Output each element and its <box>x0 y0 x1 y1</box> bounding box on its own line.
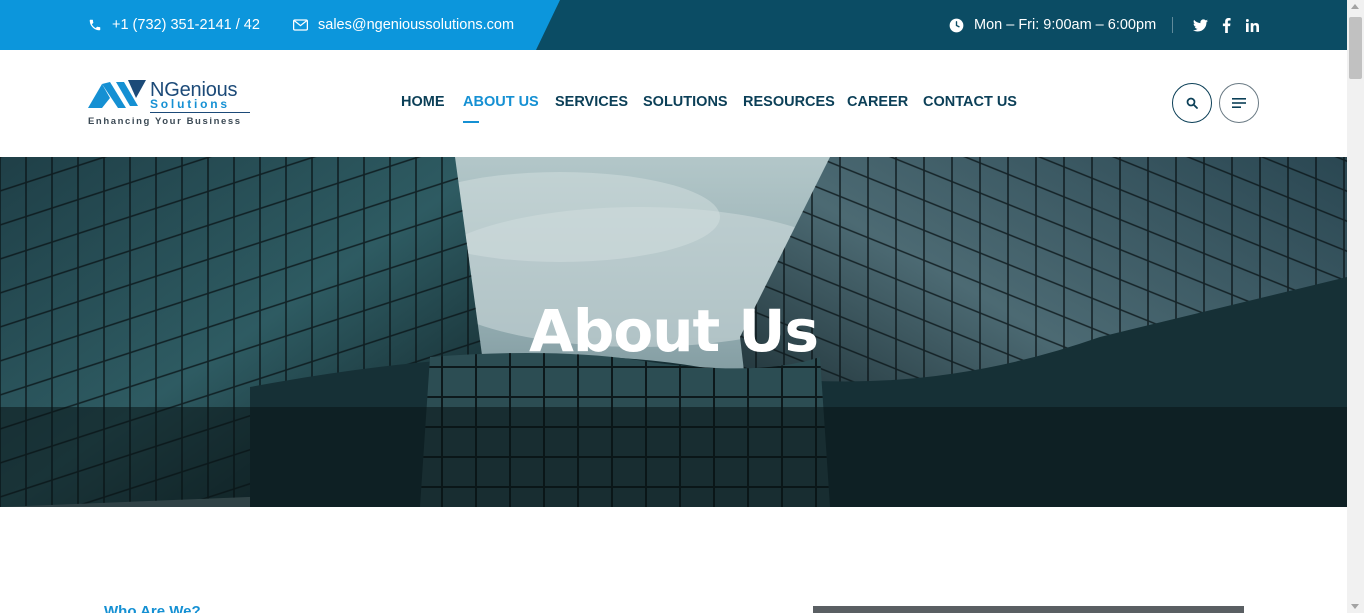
nav-item-home[interactable]: HOME <box>401 94 445 110</box>
scroll-up-arrow-icon[interactable] <box>1351 4 1359 9</box>
nav-item-solutions[interactable]: SOLUTIONS <box>643 94 728 110</box>
hero-title: About Us <box>528 297 819 365</box>
business-hours: Mon – Fri: 9:00am – 6:00pm <box>949 0 1156 50</box>
section-heading: Who Are We? <box>104 603 201 613</box>
nav-item-contact-us[interactable]: CONTACT US <box>923 94 1017 110</box>
scroll-down-arrow-icon[interactable] <box>1351 604 1359 609</box>
about-image <box>813 606 1244 613</box>
topbar-divider <box>1172 17 1173 33</box>
facebook-link[interactable] <box>1222 0 1231 50</box>
linkedin-link[interactable] <box>1246 0 1259 50</box>
search-button[interactable] <box>1172 83 1212 123</box>
scroll-thumb[interactable] <box>1349 17 1362 79</box>
site-header: NGenious Solutions Enhancing Your Busine… <box>0 50 1347 157</box>
facebook-icon <box>1222 17 1231 33</box>
hours-text: Mon – Fri: 9:00am – 6:00pm <box>974 17 1157 33</box>
nav-item-about-us[interactable]: ABOUT US <box>463 94 539 110</box>
nav-item-career[interactable]: CAREER <box>847 94 908 110</box>
logo-tagline: Enhancing Your Business <box>88 116 242 127</box>
email-address: sales@ngenioussolutions.com <box>318 17 515 33</box>
twitter-link[interactable] <box>1193 0 1208 50</box>
menu-button[interactable] <box>1219 83 1259 123</box>
logo-mark-icon <box>88 80 146 108</box>
page-hero-banner: About Us <box>0 157 1347 507</box>
clock-icon <box>949 18 964 32</box>
twitter-icon <box>1193 18 1208 31</box>
phone-icon <box>89 19 101 31</box>
page-scrollbar[interactable] <box>1347 0 1364 613</box>
hamburger-menu-icon <box>1232 98 1246 108</box>
top-info-bar: +1 (732) 351-2141 / 42 sales@ngenioussol… <box>0 0 1347 50</box>
search-icon <box>1186 97 1198 109</box>
active-nav-indicator <box>463 121 479 123</box>
nav-item-services[interactable]: SERVICES <box>555 94 628 110</box>
envelope-icon <box>293 19 308 31</box>
linkedin-icon <box>1246 18 1259 32</box>
company-logo[interactable]: NGenious Solutions Enhancing Your Busine… <box>88 78 253 130</box>
nav-item-resources[interactable]: RESOURCES <box>743 94 835 110</box>
phone-number: +1 (732) 351-2141 / 42 <box>112 17 260 33</box>
logo-divider <box>150 112 250 113</box>
phone-contact[interactable]: +1 (732) 351-2141 / 42 <box>88 0 260 50</box>
email-contact[interactable]: sales@ngenioussolutions.com <box>293 0 514 50</box>
logo-sub: Solutions <box>150 97 230 111</box>
